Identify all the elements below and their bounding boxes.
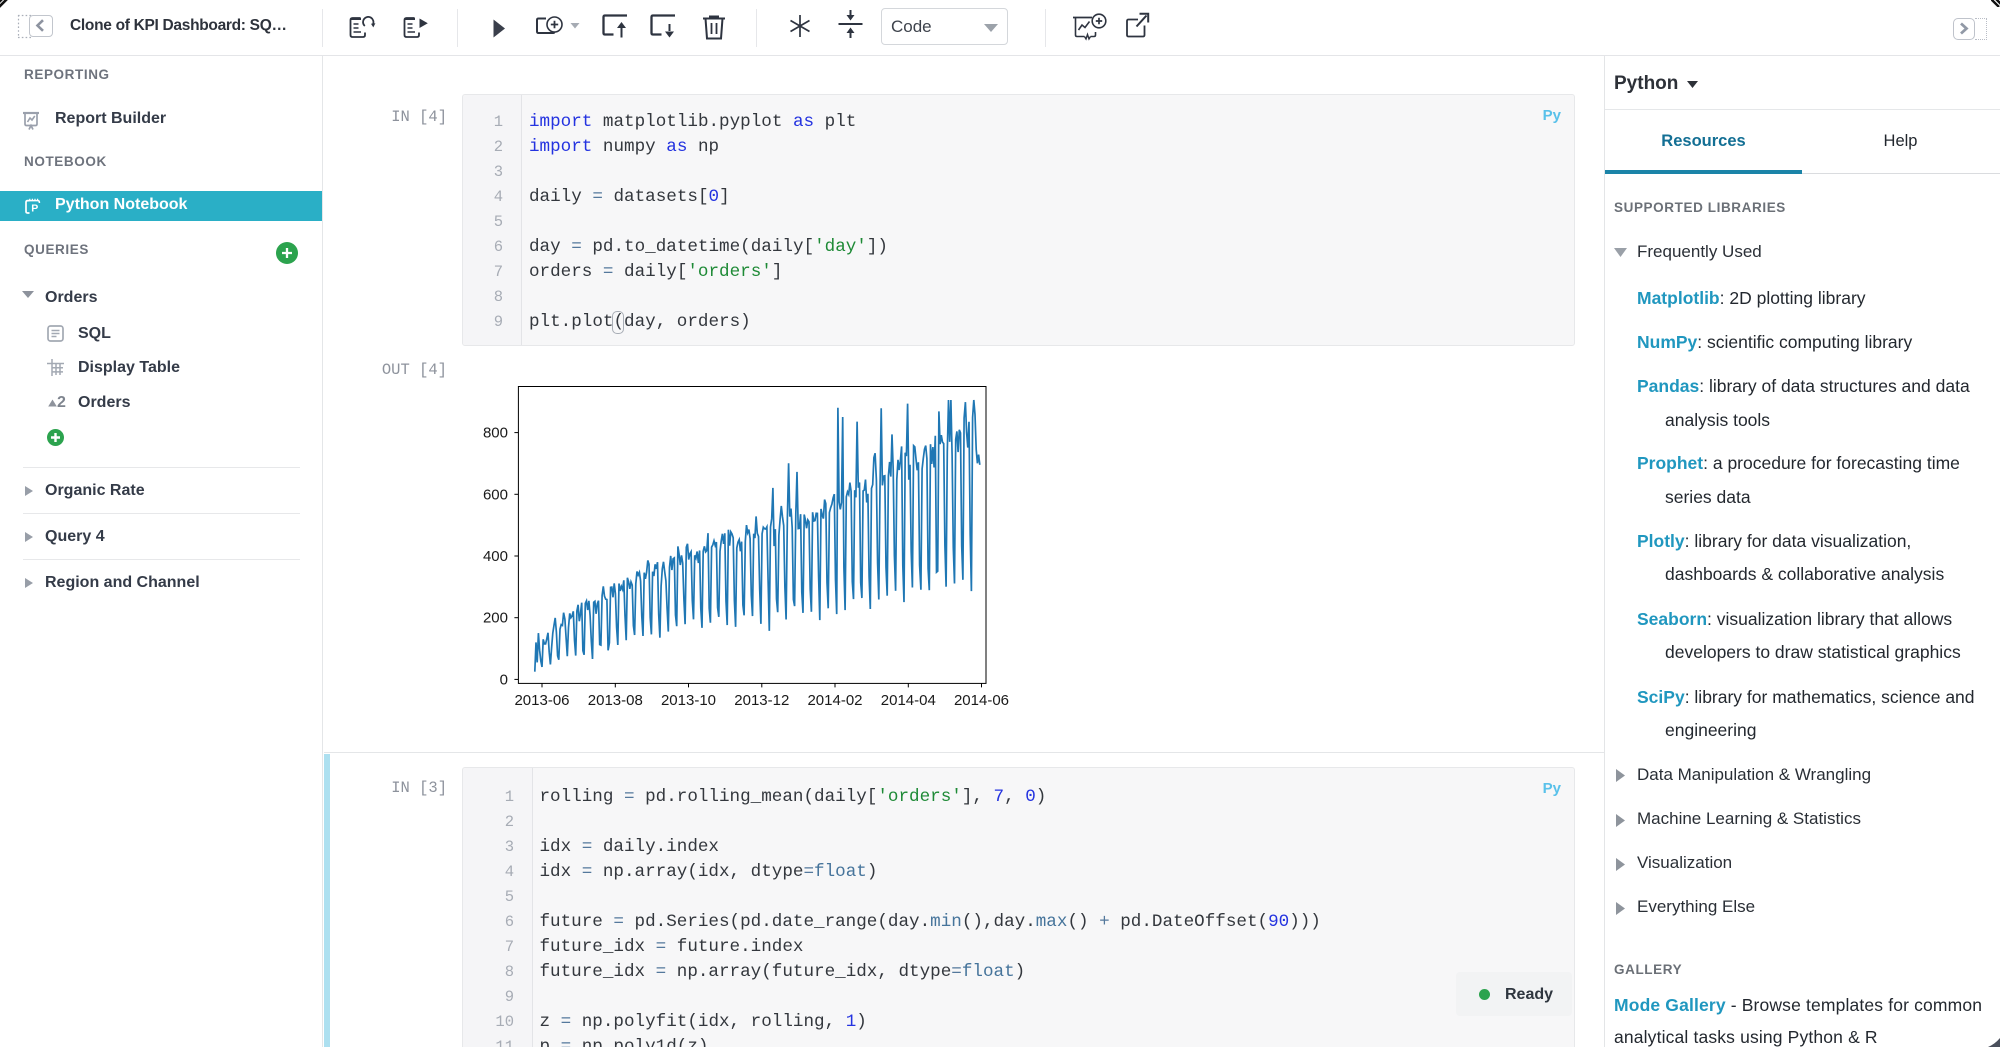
svg-text:2014-02: 2014-02 bbox=[807, 692, 862, 709]
svg-text:2013-08: 2013-08 bbox=[588, 692, 643, 709]
svg-text:2013-06: 2013-06 bbox=[514, 692, 569, 709]
svg-text:600: 600 bbox=[483, 486, 508, 503]
svg-text:800: 800 bbox=[483, 425, 508, 442]
svg-text:2014-04: 2014-04 bbox=[881, 692, 936, 709]
svg-text:0: 0 bbox=[500, 671, 508, 688]
svg-text:200: 200 bbox=[483, 610, 508, 627]
svg-text:P: P bbox=[31, 202, 38, 214]
svg-text:400: 400 bbox=[483, 548, 508, 565]
svg-text:2013-10: 2013-10 bbox=[661, 692, 716, 709]
svg-text:2014-06: 2014-06 bbox=[954, 692, 1009, 709]
svg-text:2013-12: 2013-12 bbox=[734, 692, 789, 709]
